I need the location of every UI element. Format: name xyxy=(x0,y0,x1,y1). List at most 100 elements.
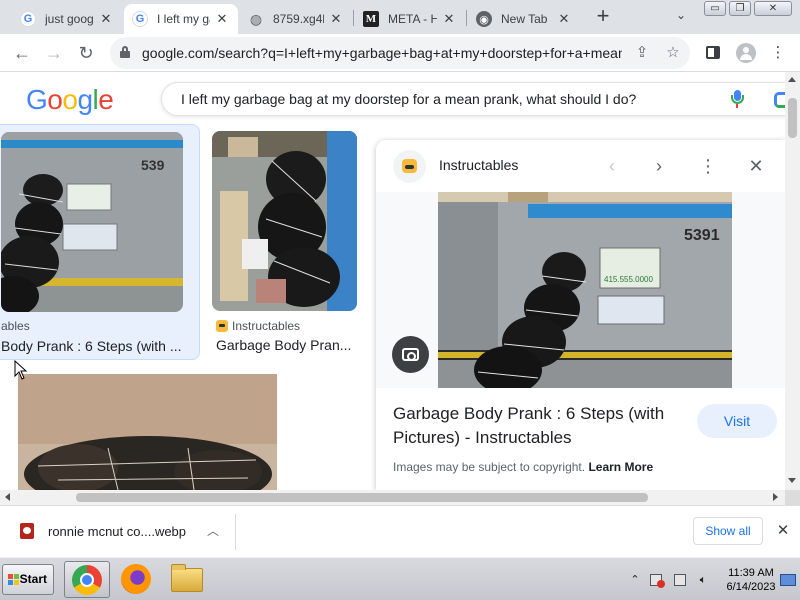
close-tab-icon[interactable]: ✕ xyxy=(214,11,230,27)
scroll-down-icon[interactable] xyxy=(788,478,796,483)
next-icon[interactable]: › xyxy=(647,154,671,178)
power-icon[interactable] xyxy=(674,574,686,586)
close-panel-icon[interactable]: ✕ xyxy=(744,154,768,178)
microphone-icon[interactable] xyxy=(729,90,745,110)
tab-meta[interactable]: M META - Home ✕ xyxy=(355,4,465,34)
google-lens-icon[interactable] xyxy=(774,92,785,108)
tab-xg4ken[interactable]: ◍ 8759.xg4ken ✕ xyxy=(240,4,352,34)
time: 11:39 AM xyxy=(728,567,774,579)
preview-image-area: 5391 415.555.0000 xyxy=(376,192,785,388)
instructables-icon xyxy=(216,320,228,332)
share-icon[interactable]: ⇪ xyxy=(632,43,652,63)
back-button[interactable]: ← xyxy=(10,41,34,65)
tab-just-google[interactable]: G just google ✕ xyxy=(12,4,122,34)
volume-muted-icon[interactable]: 🔈︎ xyxy=(696,573,710,587)
tab-search-chevron-icon[interactable]: ⌄ xyxy=(671,8,691,26)
menu-kebab-icon[interactable]: ⋮ xyxy=(767,42,789,64)
close-window-button[interactable]: ✕ xyxy=(754,1,792,16)
scroll-left-icon[interactable] xyxy=(5,493,10,501)
tab-new-tab[interactable]: ◉ New Tab ✕ xyxy=(468,4,580,34)
sign-phone: 415.555.0000 xyxy=(604,275,653,284)
dumpster-number: 5391 xyxy=(684,227,720,244)
close-tab-icon[interactable]: ✕ xyxy=(441,11,457,27)
new-tab-button[interactable]: + xyxy=(591,4,615,30)
result-thumbnail[interactable] xyxy=(18,374,277,490)
panel-title[interactable]: Garbage Body Prank : 6 Steps (with Pictu… xyxy=(393,402,693,450)
taskbar-file-explorer[interactable] xyxy=(165,561,211,598)
bookmark-star-icon[interactable]: ☆ xyxy=(663,43,683,63)
tab-title: just google xyxy=(45,12,94,26)
show-all-button[interactable]: Show all xyxy=(693,517,763,545)
result-thumbnail[interactable]: 539 xyxy=(1,132,183,312)
forward-button[interactable]: → xyxy=(42,41,66,65)
google-logo[interactable]: Google xyxy=(26,84,114,116)
search-box[interactable]: I left my garbage bag at my doorstep for… xyxy=(161,82,785,116)
profile-avatar-icon[interactable] xyxy=(736,43,756,63)
show-desktop-icon[interactable] xyxy=(780,574,796,586)
tab-garbage-search[interactable]: G I left my garbage bag ✕ xyxy=(124,4,238,34)
logo-letter: G xyxy=(26,84,48,115)
logo-letter: e xyxy=(98,84,114,115)
close-tab-icon[interactable]: ✕ xyxy=(556,11,572,27)
lock-icon[interactable] xyxy=(120,46,130,58)
tab-title: 8759.xg4ken xyxy=(273,12,324,26)
result-thumbnail[interactable] xyxy=(212,131,357,311)
horizontal-scroll-thumb[interactable] xyxy=(76,493,648,502)
start-button[interactable]: Start xyxy=(2,564,54,595)
image-result[interactable] xyxy=(18,374,278,490)
chevron-up-icon[interactable]: ︿ xyxy=(203,521,223,541)
vertical-scrollbar[interactable] xyxy=(785,72,800,490)
garbage-body-image: 539 xyxy=(1,132,183,312)
m-icon: M xyxy=(363,11,379,27)
garbage-bin-image xyxy=(212,131,357,311)
windows-flag-icon xyxy=(8,574,19,585)
garbage-body-preview-image: 5391 415.555.0000 xyxy=(438,192,732,388)
taskbar-firefox[interactable] xyxy=(114,561,160,598)
minimize-button[interactable]: ▭ xyxy=(704,1,726,16)
close-download-bar-icon[interactable]: ✕ xyxy=(773,521,793,541)
taskbar-chrome[interactable] xyxy=(64,561,110,598)
close-tab-icon[interactable]: ✕ xyxy=(328,11,344,27)
image-result-selected[interactable]: 539 ables Body Prank : 6 Steps (with ... xyxy=(0,124,200,360)
folder-icon xyxy=(171,564,203,592)
result-source[interactable]: ables xyxy=(1,319,30,333)
tab-title: New Tab xyxy=(501,12,548,26)
side-panel-icon[interactable] xyxy=(706,46,720,59)
chrome-icon: ◉ xyxy=(476,11,492,27)
visit-button[interactable]: Visit xyxy=(697,404,777,438)
scroll-right-icon[interactable] xyxy=(773,493,778,501)
copyright-notice: Images may be subject to copyright. Lear… xyxy=(393,460,653,474)
more-options-icon[interactable]: ⋮ xyxy=(696,154,720,178)
search-query[interactable]: I left my garbage bag at my doorstep for… xyxy=(181,91,636,107)
image-result[interactable]: Instructables Garbage Body Pran... xyxy=(212,131,358,361)
previous-icon[interactable]: ‹ xyxy=(600,154,624,178)
firefox-icon xyxy=(121,564,151,594)
learn-more-link[interactable]: Learn More xyxy=(588,460,653,474)
preview-image[interactable]: 5391 415.555.0000 xyxy=(438,192,732,388)
result-source[interactable]: Instructables xyxy=(216,319,300,333)
horizontal-scrollbar[interactable] xyxy=(0,490,785,505)
clock[interactable]: 11:39 AM 6/14/2023 xyxy=(720,566,782,594)
address-bar[interactable]: google.com/search?q=I+left+my+garbage+ba… xyxy=(110,37,690,69)
instructables-logo-icon[interactable] xyxy=(393,150,426,183)
result-title[interactable]: Garbage Body Pran... xyxy=(216,337,356,353)
reload-button[interactable]: ↻ xyxy=(74,41,98,65)
url-text[interactable]: google.com/search?q=I+left+my+garbage+ba… xyxy=(142,45,622,61)
show-hidden-icons-icon[interactable]: ⌃ xyxy=(628,573,642,587)
download-filename[interactable]: ronnie mcnut co....webp xyxy=(48,524,186,539)
panel-source[interactable]: Instructables xyxy=(439,157,518,173)
logo-letter: o xyxy=(62,84,78,115)
result-title[interactable]: Body Prank : 6 Steps (with ... xyxy=(1,338,181,354)
scrollbar-corner xyxy=(785,490,800,505)
network-icon[interactable] xyxy=(650,574,665,588)
taskbar: Start ⌃ 🔈︎ 11:39 AM 6/14/2023 xyxy=(0,557,800,600)
vertical-scroll-thumb[interactable] xyxy=(788,98,797,138)
scroll-up-icon[interactable] xyxy=(788,77,796,82)
google-header: Google I left my garbage bag at my doors… xyxy=(0,72,785,128)
search-image-lens-button[interactable] xyxy=(392,336,429,373)
globe-icon: ◍ xyxy=(249,10,263,27)
restore-button[interactable]: ❐ xyxy=(729,1,751,16)
close-tab-icon[interactable]: ✕ xyxy=(98,11,114,27)
webp-file-icon[interactable] xyxy=(20,523,34,539)
image-preview-panel: Instructables ‹ › ⋮ ✕ 5391 415.555.0000 xyxy=(376,140,785,490)
